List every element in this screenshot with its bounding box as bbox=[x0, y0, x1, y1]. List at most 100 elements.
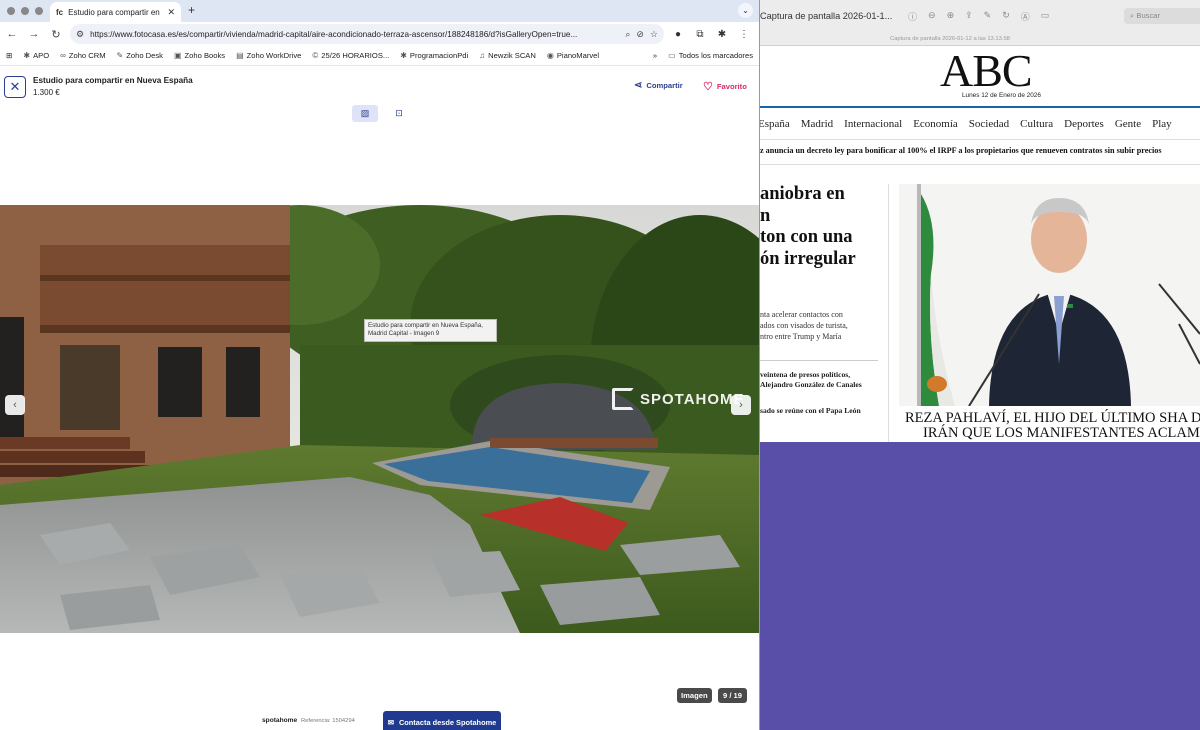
apps-grid-icon[interactable]: ⊞ bbox=[6, 51, 12, 60]
eye-off-icon[interactable]: ⊘ bbox=[636, 29, 644, 40]
preview-subtitle: Captura de pantalla 2026-01-12 a las 13.… bbox=[890, 36, 1010, 42]
newzik-icon: ♫ bbox=[479, 51, 486, 60]
preview-toolbar: Captura de pantalla 2026-01-1... ⓘ ⊖ ⊕ ⇪… bbox=[760, 0, 1200, 46]
share-button[interactable]: ⋖ Compartir bbox=[634, 80, 683, 91]
site-settings-icon[interactable]: ⚙ bbox=[76, 29, 84, 40]
preview-window: Captura de pantalla 2026-01-1... ⓘ ⊖ ⊕ ⇪… bbox=[760, 0, 1200, 442]
markup-icon[interactable]: ✎ bbox=[984, 10, 992, 23]
bookmark-programacion[interactable]: ✱ ProgramacionPdi bbox=[400, 51, 468, 60]
piano-icon: ◉ bbox=[546, 51, 554, 60]
chevron-left-icon: ‹ bbox=[13, 399, 17, 411]
bookmark-zoho-crm[interactable]: ∞ Zoho CRM bbox=[60, 51, 105, 60]
nav-play: Play bbox=[1152, 118, 1172, 130]
minimize-window-button[interactable] bbox=[21, 7, 29, 15]
spotahome-watermark: SPOTAHOME bbox=[612, 388, 745, 410]
contact-spotahome-button[interactable]: ✉ Contacta desde Spotahome bbox=[383, 711, 501, 730]
abc-subhead: nta acelerar contactos con ados con visa… bbox=[760, 310, 848, 341]
bookmark-pianomarvel[interactable]: ◉ PianoMarvel bbox=[547, 51, 599, 60]
gallery-photo[interactable]: SPOTAHOME bbox=[0, 205, 759, 633]
zoho-icon: ∞ bbox=[60, 51, 66, 60]
address-bar[interactable]: ⚙ https://www.fotocasa.es/es/compartir/v… bbox=[70, 24, 664, 44]
all-bookmarks-folder[interactable]: ▭ Todos los marcadores bbox=[668, 51, 753, 60]
active-tab[interactable]: fc Estudio para compartir en Nueva Españ… bbox=[50, 2, 181, 22]
zoom-out-icon[interactable]: ⊖ bbox=[928, 10, 936, 23]
preview-title: Captura de pantalla 2026-01-1... bbox=[760, 11, 893, 21]
next-image-button[interactable]: › bbox=[731, 395, 751, 415]
column-vertical-divider bbox=[888, 184, 889, 442]
reload-icon[interactable]: ↻ bbox=[48, 28, 64, 41]
zoom-icon[interactable]: ⌕ bbox=[625, 29, 630, 40]
browser-toolbar: ← → ↻ ⚙ https://www.fotocasa.es/es/compa… bbox=[0, 22, 759, 46]
previous-image-button[interactable]: ‹ bbox=[5, 395, 25, 415]
bookmark-horarios[interactable]: © 25/26 HORARIOS... bbox=[312, 51, 389, 60]
close-gallery-button[interactable]: ✕ bbox=[4, 76, 26, 98]
share-icon: ⋖ bbox=[634, 80, 643, 91]
bookmark-zoho-books[interactable]: ▣ Zoho Books bbox=[174, 51, 225, 60]
bookmark-star-icon[interactable]: ☆ bbox=[650, 29, 658, 40]
puzzle-icon[interactable]: ⧉ bbox=[692, 29, 708, 40]
rotate-icon[interactable]: ↻ bbox=[1002, 10, 1010, 23]
image-counter: 9 / 19 bbox=[718, 688, 747, 703]
new-tab-button[interactable]: + bbox=[188, 3, 195, 17]
listing-price: 1.300 € bbox=[33, 88, 60, 97]
nav-economia: Economía bbox=[913, 118, 958, 130]
preview-search-field[interactable]: ⌕ Buscar bbox=[1124, 8, 1200, 24]
nav-cultura: Cultura bbox=[1020, 118, 1054, 130]
mail-icon: ✉ bbox=[387, 717, 394, 727]
abc-divider bbox=[760, 106, 1200, 108]
browser-window: fc Estudio para compartir en Nueva Españ… bbox=[0, 0, 760, 730]
abc-logo: ABC bbox=[940, 45, 1033, 96]
fotocasa-favicon-icon: fc bbox=[56, 7, 64, 17]
preview-tools: ⓘ ⊖ ⊕ ⇪ ✎ ↻ Ⓐ ▭ bbox=[908, 10, 1049, 23]
forward-icon[interactable]: → bbox=[26, 28, 42, 40]
zoom-window-button[interactable] bbox=[35, 7, 43, 15]
abc-headline: aniobra en n ton con una ón irregular bbox=[760, 184, 856, 269]
abc-main-photo bbox=[899, 184, 1200, 406]
more-bookmarks-button[interactable]: » bbox=[653, 51, 657, 60]
spotahome-logo-icon bbox=[612, 388, 634, 410]
zoom-in-icon[interactable]: ⊕ bbox=[947, 10, 955, 23]
close-window-button[interactable] bbox=[7, 7, 15, 15]
chevron-right-icon: › bbox=[739, 399, 743, 411]
url-text[interactable]: https://www.fotocasa.es/es/compartir/viv… bbox=[90, 30, 619, 39]
ticker-divider bbox=[760, 164, 1200, 165]
heart-icon: ♡ bbox=[703, 81, 713, 93]
desktop-background bbox=[760, 442, 1200, 730]
ast-icon: ✱ bbox=[400, 51, 407, 60]
info-icon[interactable]: ⓘ bbox=[908, 10, 917, 23]
bookmark-apo[interactable]: ✱ APO bbox=[23, 51, 49, 60]
column-divider bbox=[760, 360, 878, 361]
share-icon[interactable]: ⇪ bbox=[965, 10, 973, 23]
nav-gente: Gente bbox=[1114, 118, 1142, 130]
nav-divider bbox=[760, 139, 1200, 140]
tab-search-button[interactable]: ⌄ bbox=[738, 3, 753, 18]
extension-icon[interactable]: ● bbox=[670, 29, 686, 40]
zoho-icon: ✎ bbox=[116, 51, 124, 60]
profile-icon[interactable]: ✱ bbox=[714, 29, 730, 40]
window-controls bbox=[0, 7, 43, 15]
nav-sociedad: Sociedad bbox=[968, 118, 1010, 130]
abc-brief-papa: sado se reúne con el Papa León bbox=[760, 406, 861, 415]
bookmark-zoho-workdrive[interactable]: ▤ Zoho WorkDrive bbox=[236, 51, 301, 60]
favorite-button[interactable]: ♡ Favorito bbox=[703, 80, 747, 93]
folder-icon: ▭ bbox=[668, 51, 676, 60]
menu-dots-icon[interactable]: ⋮ bbox=[736, 29, 752, 40]
tab-strip: fc Estudio para compartir en Nueva Españ… bbox=[0, 0, 759, 22]
map-view-button[interactable]: ⊡ bbox=[386, 105, 412, 122]
photo-view-button[interactable]: ▨ bbox=[352, 105, 378, 122]
map-icon: ⊡ bbox=[395, 108, 403, 118]
c-icon: © bbox=[312, 51, 319, 60]
listing-reference: Referencia: 1504294 bbox=[301, 718, 355, 724]
nav-internacional: Internacional bbox=[844, 118, 903, 130]
tab-title: Estudio para compartir en Nueva España bbox=[68, 7, 162, 17]
bookmark-newzik[interactable]: ♫ Newzik SCAN bbox=[479, 51, 536, 60]
listing-title: Estudio para compartir en Nueva España bbox=[33, 76, 193, 85]
back-icon[interactable]: ← bbox=[4, 28, 20, 40]
zoho-icon: ▤ bbox=[236, 51, 244, 60]
annotate-icon[interactable]: Ⓐ bbox=[1021, 10, 1030, 23]
view-toggle: ▨ ⊡ bbox=[352, 105, 412, 122]
close-tab-icon[interactable]: ✕ bbox=[167, 7, 175, 18]
window-icon[interactable]: ▭ bbox=[1041, 10, 1050, 23]
bookmark-zoho-desk[interactable]: ✎ Zoho Desk bbox=[117, 51, 163, 60]
abc-nav: España Madrid Internacional Economía Soc… bbox=[760, 118, 1172, 130]
